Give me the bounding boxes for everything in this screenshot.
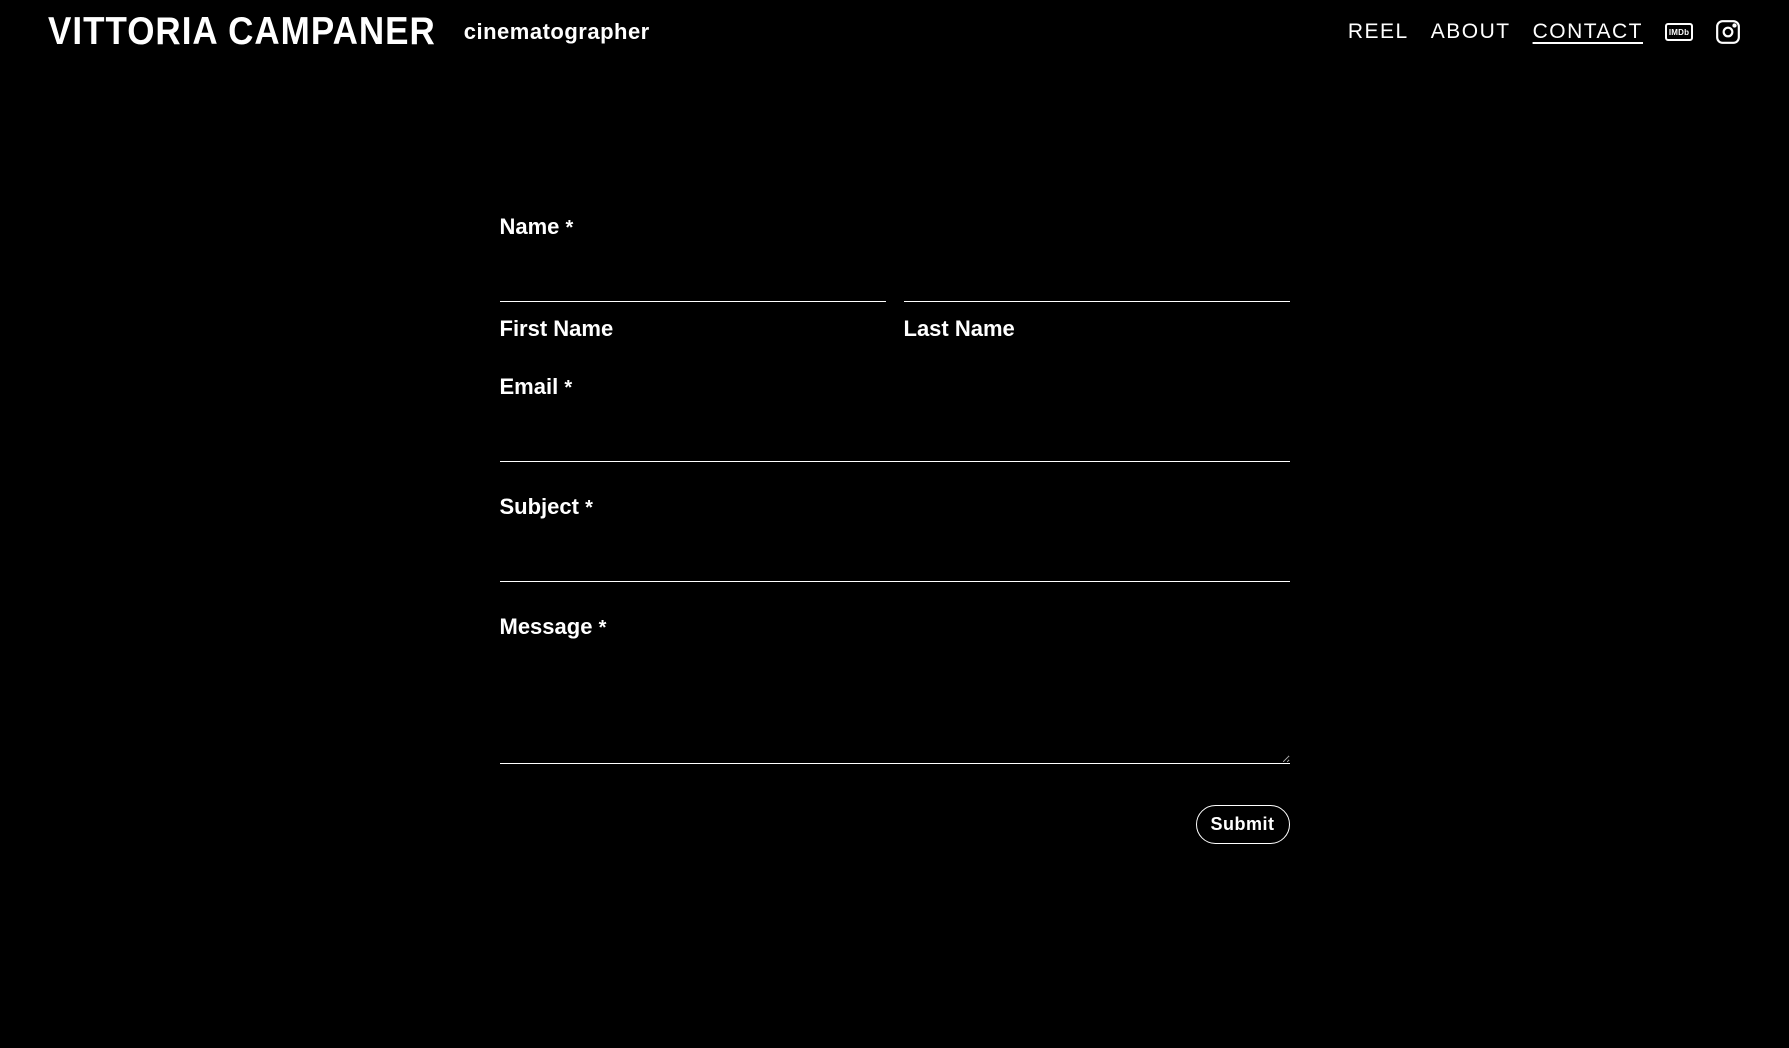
message-label-text: Message <box>500 614 593 639</box>
email-group: Email * <box>500 374 1290 462</box>
submit-row: Submit <box>500 805 1290 844</box>
message-textarea[interactable] <box>500 664 1290 764</box>
first-name-col: First Name <box>500 264 886 342</box>
last-name-sublabel: Last Name <box>904 316 1290 342</box>
required-marker: * <box>599 617 607 639</box>
main-nav: REEL ABOUT CONTACT IMDb <box>1348 19 1741 45</box>
last-name-col: Last Name <box>904 264 1290 342</box>
first-name-input[interactable] <box>500 264 886 302</box>
message-group: Message * <box>500 614 1290 769</box>
name-group: Name * First Name Last Name <box>500 214 1290 342</box>
first-name-sublabel: First Name <box>500 316 886 342</box>
subject-label: Subject * <box>500 494 1290 520</box>
required-marker: * <box>566 217 574 239</box>
subject-label-text: Subject <box>500 494 579 519</box>
name-label: Name * <box>500 214 1290 240</box>
instagram-link[interactable] <box>1715 19 1741 45</box>
email-label: Email * <box>500 374 1290 400</box>
submit-button[interactable]: Submit <box>1196 805 1290 844</box>
instagram-icon <box>1715 19 1741 45</box>
last-name-input[interactable] <box>904 264 1290 302</box>
required-marker: * <box>564 377 572 399</box>
imdb-link[interactable]: IMDb <box>1665 23 1693 41</box>
brand-subtitle: cinematographer <box>464 19 650 45</box>
header: VITTORIA CAMPANER cinematographer REEL A… <box>0 0 1789 64</box>
imdb-icon: IMDb <box>1665 23 1693 41</box>
email-label-text: Email <box>500 374 559 399</box>
message-label: Message * <box>500 614 1290 640</box>
email-input[interactable] <box>500 424 1290 462</box>
nav-about[interactable]: ABOUT <box>1431 20 1511 44</box>
subject-input[interactable] <box>500 544 1290 582</box>
nav-reel[interactable]: REEL <box>1348 20 1409 44</box>
subject-group: Subject * <box>500 494 1290 582</box>
nav-contact[interactable]: CONTACT <box>1533 20 1643 44</box>
name-row: First Name Last Name <box>500 264 1290 342</box>
contact-form-container: Name * First Name Last Name Email * <box>480 214 1310 844</box>
name-label-text: Name <box>500 214 560 239</box>
contact-form: Name * First Name Last Name Email * <box>500 214 1290 844</box>
required-marker: * <box>585 497 593 519</box>
brand-name[interactable]: VITTORIA CAMPANER <box>48 10 436 54</box>
